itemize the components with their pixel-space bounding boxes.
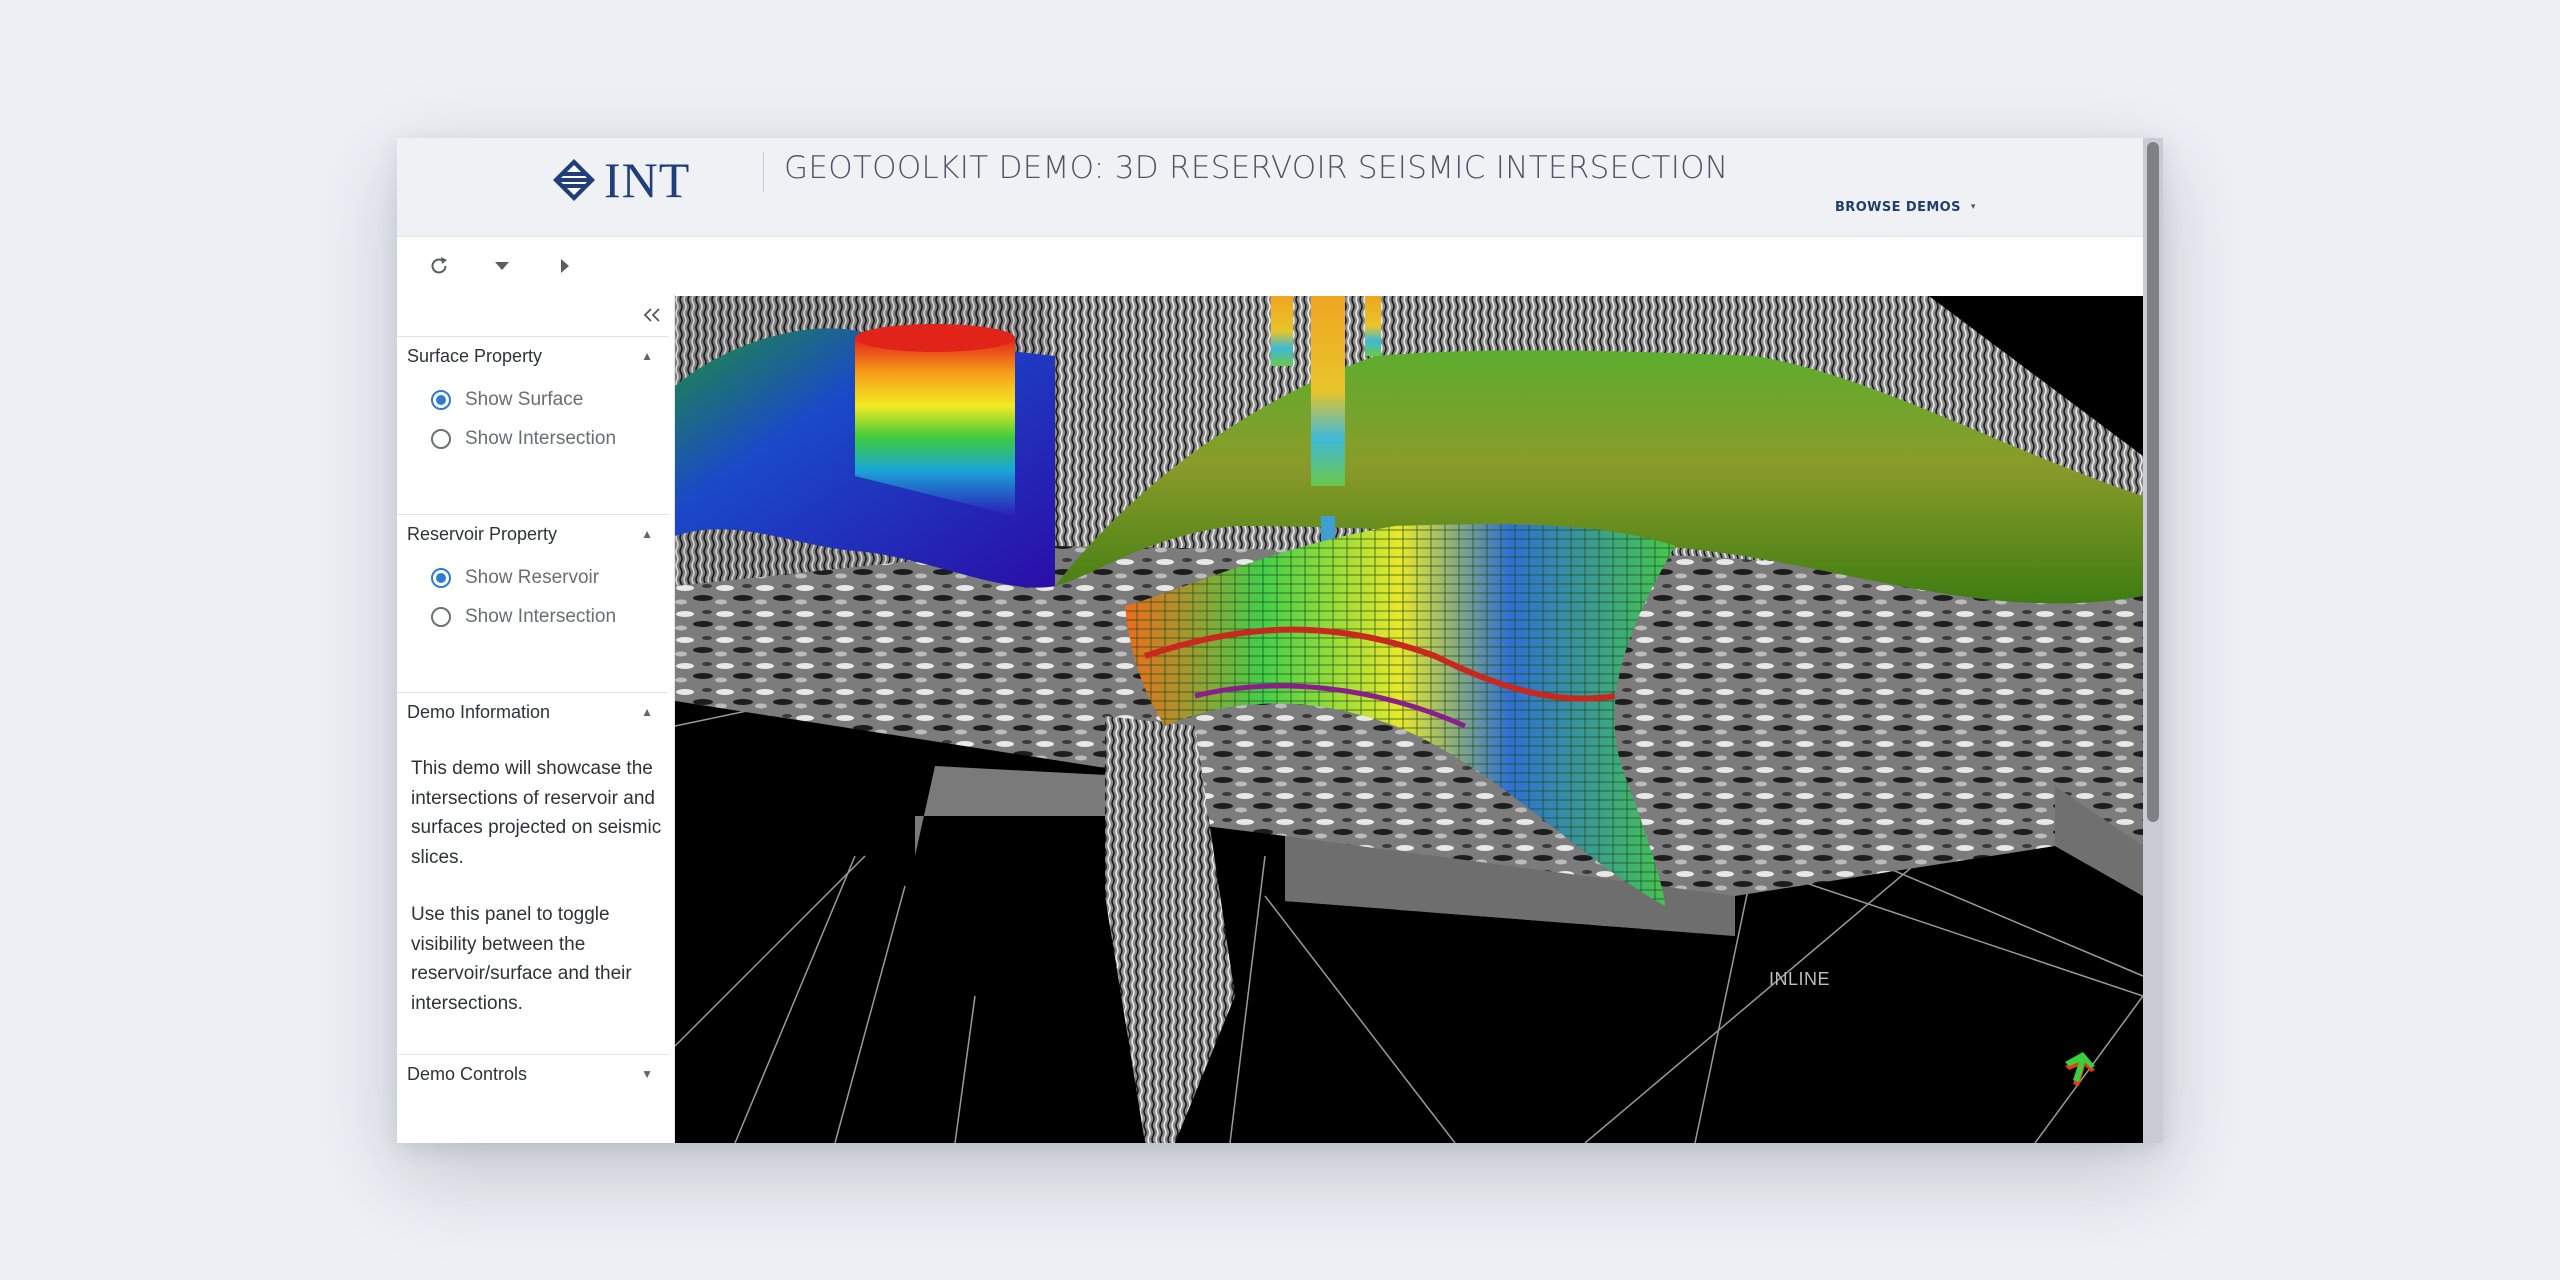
- radio-label: Show Surface: [465, 389, 584, 410]
- inline-axis-label: INLINE: [1769, 969, 1831, 989]
- dropdown-button[interactable]: [485, 249, 519, 283]
- radio-button-checked[interactable]: [431, 390, 451, 410]
- int-logo-icon: [553, 159, 595, 201]
- scrollbar-thumb[interactable]: [2147, 142, 2159, 822]
- reservoir-property-title: Reservoir Property: [407, 524, 558, 544]
- header: INT GEOTOOLKIT DEMO: 3D RESERVOIR SEISMI…: [397, 138, 2143, 237]
- radio-label: Show Intersection: [465, 428, 617, 449]
- radio-show-surface[interactable]: Show Surface: [431, 385, 583, 415]
- refresh-icon: [431, 257, 447, 274]
- well-2: [1311, 296, 1345, 486]
- demo-information-header[interactable]: Demo Information ▲: [397, 692, 669, 730]
- chevron-up-icon: ▲: [641, 705, 653, 719]
- radio-show-surface-intersection[interactable]: Show Intersection: [431, 424, 616, 454]
- demo-window: INT GEOTOOLKIT DEMO: 3D RESERVOIR SEISMI…: [397, 138, 2163, 1143]
- radio-label: Show Intersection: [465, 606, 617, 627]
- caret-right-icon: [561, 259, 569, 273]
- demo-information-title: Demo Information: [407, 702, 551, 722]
- slice-edge: [915, 766, 1125, 856]
- 3d-viewport[interactable]: INLINE: [675, 296, 2143, 1143]
- browse-demos-menu[interactable]: BROWSE DEMOS ▾: [1835, 200, 1976, 215]
- caret-down-icon: [495, 262, 509, 270]
- radio-button[interactable]: [431, 429, 451, 449]
- radio-button[interactable]: [431, 607, 451, 627]
- logo-text: INT: [604, 152, 691, 208]
- well-1: [1271, 296, 1293, 366]
- demo-info-paragraph-1: This demo will showcase the intersection…: [411, 758, 662, 868]
- radio-show-reservoir[interactable]: Show Reservoir: [431, 563, 599, 593]
- demo-controls-title: Demo Controls: [407, 1064, 528, 1084]
- page-title: GEOTOOLKIT DEMO: 3D RESERVOIR SEISMIC IN…: [784, 150, 1729, 186]
- toolbar: [397, 237, 2143, 294]
- title-divider: [763, 152, 764, 192]
- radio-show-reservoir-intersection[interactable]: Show Intersection: [431, 602, 616, 632]
- refresh-button[interactable]: [422, 249, 456, 283]
- double-chevron-left-icon: [643, 308, 660, 322]
- well-3: [1365, 296, 1381, 356]
- int-logo[interactable]: INT: [552, 152, 691, 208]
- chevron-up-icon: ▲: [641, 349, 653, 363]
- play-button[interactable]: [548, 249, 582, 283]
- collapse-sidebar-button[interactable]: [637, 302, 667, 328]
- salt-dome-top: [855, 324, 1015, 352]
- browse-demos-label: BROWSE DEMOS: [1835, 200, 1961, 215]
- chevron-down-icon: ▼: [641, 1067, 653, 1081]
- axis-orientation-icon[interactable]: [2065, 1052, 2095, 1086]
- demo-controls-header[interactable]: Demo Controls ▼: [397, 1054, 669, 1092]
- radio-label: Show Reservoir: [465, 567, 600, 588]
- radio-button-checked[interactable]: [431, 568, 451, 588]
- sidebar: Surface Property ▲ Show Surface Show Int…: [397, 294, 675, 1143]
- surface-property-header[interactable]: Surface Property ▲: [397, 336, 669, 374]
- seismic-scene: [675, 296, 2143, 1143]
- demo-info-paragraph-2: Use this panel to toggle visibility betw…: [411, 904, 632, 1014]
- chevron-up-icon: ▲: [641, 527, 653, 541]
- caret-down-icon: ▾: [1970, 202, 1976, 212]
- page-scrollbar[interactable]: [2143, 138, 2163, 1143]
- reservoir-property-header[interactable]: Reservoir Property ▲: [397, 514, 669, 552]
- surface-property-title: Surface Property: [407, 346, 543, 366]
